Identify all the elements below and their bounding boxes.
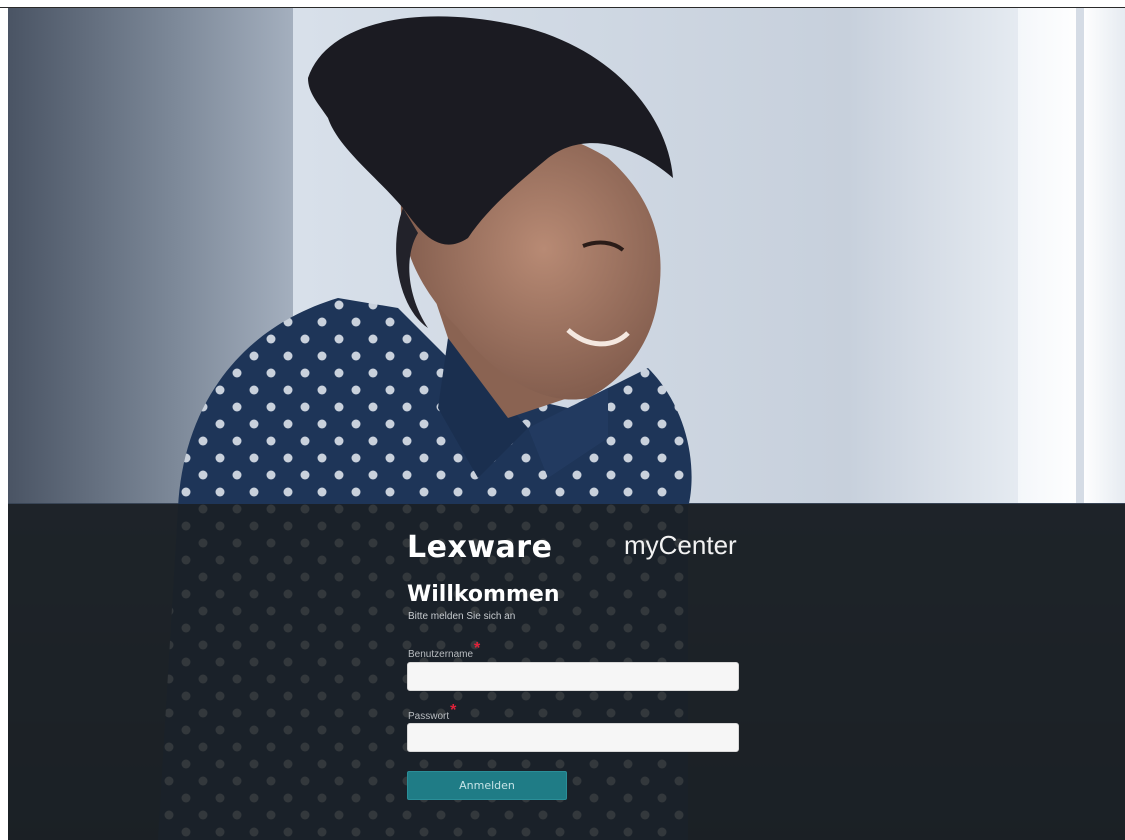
login-overlay: Lexware myCenter Willkommen Bitte melden… xyxy=(8,504,1125,840)
window-top-border xyxy=(0,0,1125,8)
welcome-heading: Willkommen xyxy=(407,582,560,607)
app-name: myCenter xyxy=(624,530,737,560)
login-page: Lexware myCenter Willkommen Bitte melden… xyxy=(8,8,1125,840)
username-input[interactable] xyxy=(407,662,739,691)
password-required-marker: * xyxy=(450,702,457,719)
login-form: Lexware myCenter Willkommen Bitte melden… xyxy=(407,504,747,840)
password-label: Passwort xyxy=(408,711,450,722)
username-label: Benutzername xyxy=(408,649,474,660)
password-label-row: Passwort* xyxy=(408,702,456,724)
password-input[interactable] xyxy=(407,723,739,752)
login-button[interactable]: Anmelden xyxy=(407,771,567,800)
username-required-marker: * xyxy=(474,640,481,657)
login-subtitle: Bitte melden Sie sich an xyxy=(408,611,516,622)
lexware-logo: Lexware xyxy=(407,530,553,565)
login-button-label: Anmelden xyxy=(459,779,515,792)
username-label-row: Benutzername* xyxy=(408,640,480,662)
